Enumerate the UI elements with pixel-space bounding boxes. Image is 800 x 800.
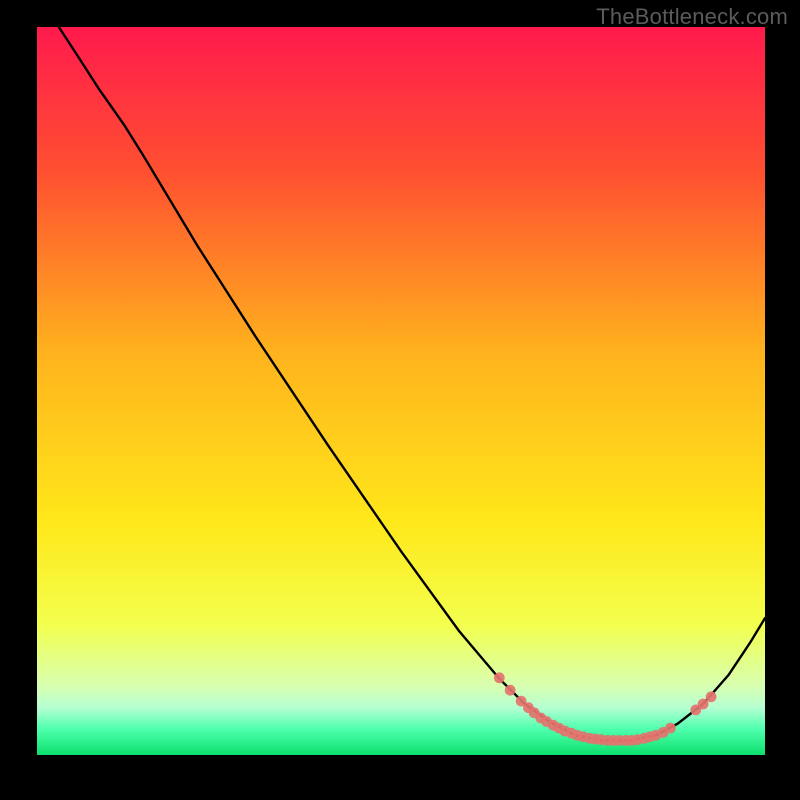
gradient-background bbox=[37, 27, 765, 755]
chart-svg bbox=[37, 27, 765, 755]
curve-marker bbox=[505, 685, 516, 696]
curve-marker bbox=[706, 691, 717, 702]
chart-frame: TheBottleneck.com bbox=[0, 0, 800, 800]
curve-marker bbox=[698, 699, 709, 710]
watermark-label: TheBottleneck.com bbox=[596, 4, 788, 30]
plot-area bbox=[37, 27, 765, 755]
curve-marker bbox=[665, 723, 676, 734]
curve-marker bbox=[494, 672, 505, 683]
